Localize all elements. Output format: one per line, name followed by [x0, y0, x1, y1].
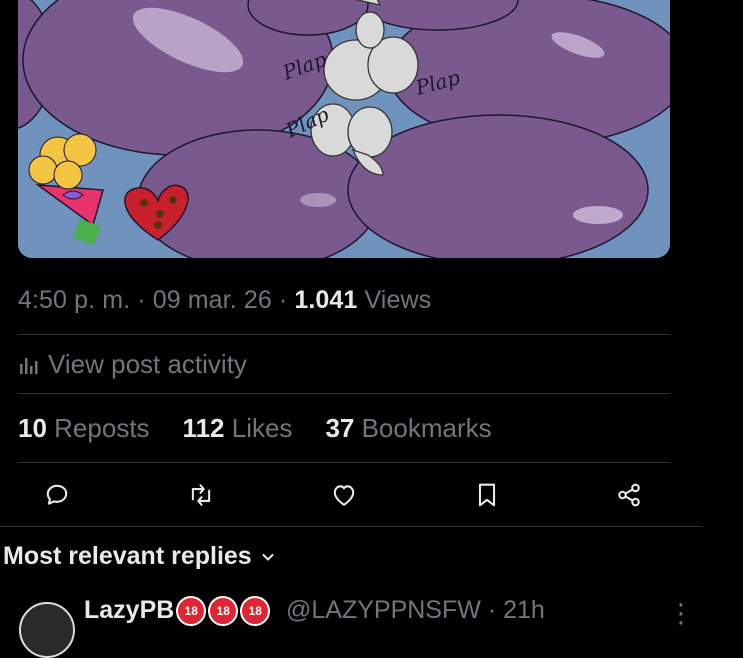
repost-icon [191, 484, 211, 506]
post-meta: 4:50 p. m. · 09 mar. 26 · 1.041 Views [18, 286, 431, 315]
engagement-stats: 10 Reposts 112 Likes 37 Bookmarks [18, 413, 492, 444]
more-options-icon[interactable]: ⋮ [668, 598, 694, 629]
bookmark-button[interactable] [468, 478, 506, 512]
reposts-stat[interactable]: 10 Reposts [18, 413, 150, 444]
views-label: Views [364, 286, 432, 314]
section-divider [0, 526, 702, 527]
post-action-bar [38, 478, 650, 512]
post-media-image[interactable]: Plap Plap Plap [18, 0, 670, 258]
repost-button[interactable] [182, 478, 220, 512]
reply-author-name[interactable]: LazyPB 18 18 18 [84, 596, 271, 627]
chevron-down-icon [262, 553, 274, 561]
view-post-activity-link[interactable]: View post activity [18, 349, 247, 380]
media-illustration: Plap Plap Plap [18, 0, 670, 258]
nsfw-badge-icon: 18 [176, 596, 207, 627]
post-date: 09 mar. 26 [152, 286, 272, 314]
reply-sort-dropdown[interactable]: Most relevant replies [3, 542, 276, 571]
share-icon [618, 483, 640, 507]
meta-separator: · [278, 286, 295, 314]
likes-label: Likes [231, 413, 293, 443]
reposts-label: Reposts [54, 413, 150, 443]
divider [18, 393, 670, 394]
nsfw-badge-icon: 18 [240, 596, 271, 627]
view-post-activity-label: View post activity [48, 349, 247, 379]
bookmarks-count: 37 [325, 413, 355, 443]
bookmark-icon [478, 483, 496, 507]
bookmarks-stat[interactable]: 37 Bookmarks [325, 413, 491, 444]
reply-author-handle: @LAZYPPNSFW · 21h [286, 596, 545, 624]
divider [18, 462, 670, 463]
meta-separator: · [137, 286, 153, 314]
likes-count: 112 [182, 413, 225, 443]
reposts-count: 10 [18, 413, 47, 443]
avatar[interactable] [19, 602, 75, 658]
post-time: 4:50 p. m. [18, 286, 131, 314]
views-count: 1.041 [294, 286, 358, 314]
reply-button[interactable] [38, 478, 76, 512]
share-button[interactable] [610, 478, 648, 512]
reply-author-display-name: LazyPB [84, 596, 175, 624]
reply-sort-label: Most relevant replies [3, 542, 252, 570]
reply-icon [46, 484, 68, 505]
like-icon [333, 485, 355, 506]
bookmarks-label: Bookmarks [361, 413, 492, 443]
reply-item[interactable]: LazyPB 18 18 18 @LAZYPPNSFW · 21h ⋮ [0, 594, 743, 658]
like-button[interactable] [325, 478, 363, 512]
analytics-icon [20, 357, 38, 374]
divider [18, 334, 670, 335]
likes-stat[interactable]: 112 Likes [183, 413, 293, 444]
nsfw-badge-icon: 18 [208, 596, 239, 627]
